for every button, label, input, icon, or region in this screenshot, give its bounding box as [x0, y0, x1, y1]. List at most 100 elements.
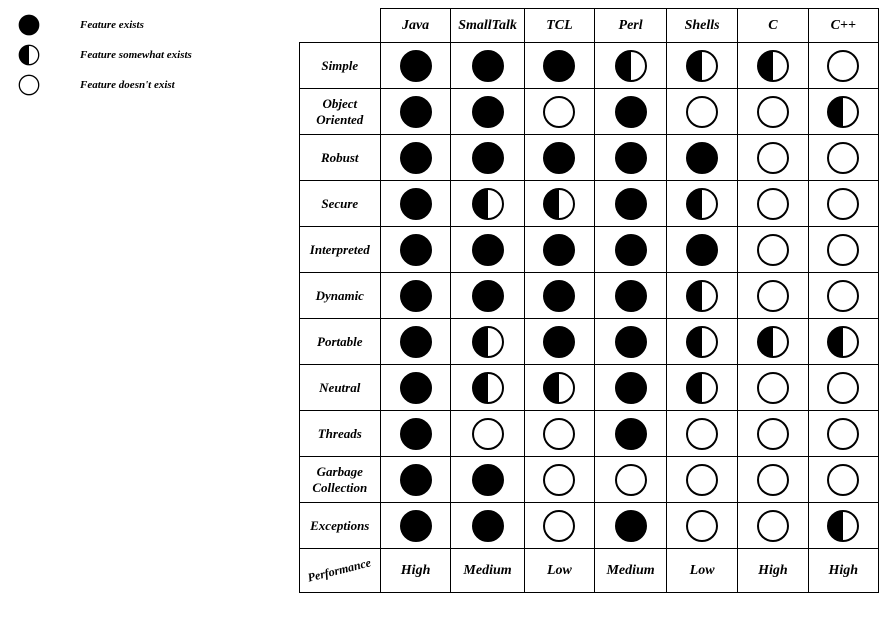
row-header: Portable	[299, 319, 380, 365]
half-circle-icon	[667, 371, 737, 405]
feature-cell	[667, 135, 738, 181]
feature-cell	[380, 135, 450, 181]
table-row: Object Oriented	[299, 89, 878, 135]
performance-cell: Low	[524, 549, 594, 593]
feature-cell	[380, 411, 450, 457]
column-header: TCL	[524, 9, 594, 43]
half-circle-icon	[667, 187, 737, 221]
feature-cell	[595, 273, 667, 319]
feature-cell	[667, 227, 738, 273]
full-circle-icon	[381, 233, 450, 267]
feature-cell	[524, 43, 594, 89]
half-circle-icon	[18, 44, 40, 66]
empty-circle-icon	[809, 49, 878, 83]
feature-cell	[451, 181, 524, 227]
full-circle-icon	[525, 233, 594, 267]
performance-cell: High	[808, 549, 878, 593]
column-header: C++	[808, 9, 878, 43]
feature-cell	[595, 365, 667, 411]
full-circle-icon	[667, 141, 737, 175]
half-circle-icon	[738, 325, 807, 359]
half-circle-icon	[809, 509, 878, 543]
legend-label: Feature somewhat exists	[80, 49, 192, 61]
full-circle-icon	[595, 509, 666, 543]
full-circle-icon	[381, 371, 450, 405]
feature-cell	[524, 135, 594, 181]
full-circle-icon	[381, 187, 450, 221]
full-circle-icon	[525, 49, 594, 83]
full-circle-icon	[381, 141, 450, 175]
feature-cell	[595, 227, 667, 273]
feature-cell	[595, 181, 667, 227]
feature-cell	[524, 319, 594, 365]
half-circle-icon	[667, 325, 737, 359]
full-circle-icon	[595, 325, 666, 359]
table-row: Portable	[299, 319, 878, 365]
empty-circle-icon	[809, 371, 878, 405]
feature-cell	[808, 503, 878, 549]
feature-cell	[595, 135, 667, 181]
feature-cell	[380, 503, 450, 549]
empty-circle-icon	[738, 187, 807, 221]
feature-cell	[451, 227, 524, 273]
feature-cell	[380, 43, 450, 89]
feature-cell	[524, 503, 594, 549]
row-header: Threads	[299, 411, 380, 457]
legend-label: Feature exists	[80, 19, 144, 31]
feature-cell	[380, 181, 450, 227]
feature-cell	[524, 181, 594, 227]
empty-circle-icon	[738, 463, 807, 497]
feature-cell	[738, 319, 808, 365]
comparison-table: JavaSmallTalkTCLPerlShellsCC++SimpleObje…	[299, 8, 879, 593]
feature-cell	[595, 319, 667, 365]
row-header: Dynamic	[299, 273, 380, 319]
feature-cell	[667, 365, 738, 411]
half-circle-icon	[809, 95, 878, 129]
table-row: Exceptions	[299, 503, 878, 549]
empty-circle-icon	[525, 95, 594, 129]
half-circle-icon	[809, 325, 878, 359]
performance-label: Performance	[299, 549, 380, 593]
empty-circle-icon	[809, 141, 878, 175]
feature-cell	[595, 89, 667, 135]
row-header: Simple	[299, 43, 380, 89]
full-circle-icon	[595, 371, 666, 405]
full-circle-icon	[525, 325, 594, 359]
feature-cell	[595, 457, 667, 503]
feature-cell	[451, 365, 524, 411]
half-circle-icon	[667, 279, 737, 313]
feature-cell	[595, 43, 667, 89]
feature-cell	[451, 273, 524, 319]
feature-cell	[380, 89, 450, 135]
feature-cell	[667, 89, 738, 135]
empty-circle-icon	[809, 233, 878, 267]
full-circle-icon	[451, 279, 523, 313]
feature-cell	[808, 457, 878, 503]
feature-cell	[808, 135, 878, 181]
full-circle-icon	[595, 141, 666, 175]
table-row: Interpreted	[299, 227, 878, 273]
feature-cell	[738, 365, 808, 411]
feature-cell	[667, 43, 738, 89]
feature-cell	[738, 503, 808, 549]
half-circle-icon	[451, 371, 523, 405]
full-circle-icon	[525, 141, 594, 175]
half-circle-icon	[451, 187, 523, 221]
feature-cell	[738, 135, 808, 181]
feature-cell	[451, 457, 524, 503]
empty-circle-icon	[809, 417, 878, 451]
empty-circle-icon	[738, 279, 807, 313]
column-header: C	[738, 9, 808, 43]
row-header: Secure	[299, 181, 380, 227]
full-circle-icon	[381, 49, 450, 83]
table-row: Robust	[299, 135, 878, 181]
half-circle-icon	[738, 49, 807, 83]
performance-cell: High	[738, 549, 808, 593]
feature-cell	[524, 273, 594, 319]
half-circle-icon	[451, 325, 523, 359]
full-circle-icon	[451, 509, 523, 543]
feature-cell	[451, 43, 524, 89]
empty-circle-icon	[667, 417, 737, 451]
table-row: Secure	[299, 181, 878, 227]
performance-row: PerformanceHighMediumLowMediumLowHighHig…	[299, 549, 878, 593]
